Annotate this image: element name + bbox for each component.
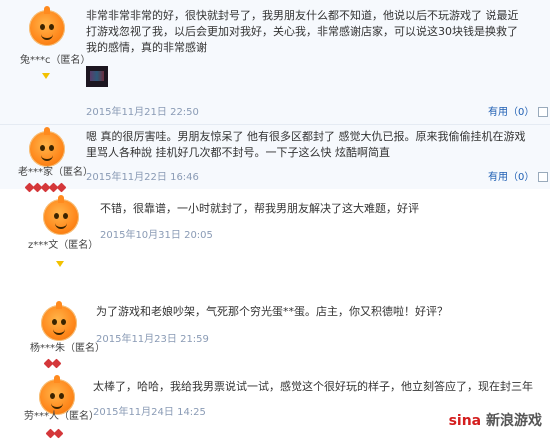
review-item: 兔***c（匿名） 非常非常非常的好，很快就封号了，我男朋友什么都不知道，他说以… <box>0 0 550 124</box>
review-date: 2015年11月21日 22:50 <box>86 107 199 118</box>
review-photo[interactable] <box>86 66 108 87</box>
username: 劳***人（匿名） <box>24 411 99 422</box>
avatar[interactable] <box>43 195 79 235</box>
heart-grade-icon <box>45 422 64 441</box>
heart-grade-icon <box>43 352 62 371</box>
review-item: 老***家（匿名） 嗯 真的很厉害哇。男朋友惊呆了 他有很多区都封了 感觉大仇已… <box>0 124 550 193</box>
review-item: z***文（匿名） 不错，很靠谱，一小时就封了，帮我男朋友解决了这大难题，好评 … <box>0 188 550 272</box>
review-text: 太棒了，哈哈，我给我男票说试一试，感觉这个很好玩的样子，他立刻答应了，现在封三年 <box>93 380 533 393</box>
sina-games-logo: sina 新浪游戏 <box>449 410 542 430</box>
username: 兔***c（匿名） <box>20 55 91 66</box>
avatar[interactable] <box>41 301 77 341</box>
review-item: 杨***朱（匿名） 为了游戏和老娘吵架，气死那个穷光蛋**蛋。店主，你又积德啦！… <box>0 295 550 375</box>
useful-button[interactable]: 有用（0） <box>488 168 548 183</box>
diamond-icon <box>42 64 50 83</box>
review-date: 2015年11月23日 21:59 <box>96 334 209 345</box>
avatar[interactable] <box>29 6 65 46</box>
useful-button[interactable]: 有用（0） <box>488 103 548 118</box>
review-text: 嗯 真的很厉害哇。男朋友惊呆了 他有很多区都封了 感觉大仇已报。原来我偷偷挂机在… <box>86 130 526 159</box>
sina-logo-text: sina <box>448 413 482 429</box>
review-date: 2015年11月22日 16:46 <box>86 172 199 183</box>
sina-games-text: 新浪游戏 <box>486 413 542 429</box>
review-text: 不错，很靠谱，一小时就封了，帮我男朋友解决了这大难题，好评 <box>100 202 419 215</box>
review-text: 为了游戏和老娘吵架，气死那个穷光蛋**蛋。店主，你又积德啦！好评？ <box>96 305 448 318</box>
review-date: 2015年10月31日 20:05 <box>100 230 213 241</box>
review-date: 2015年11月24日 14:25 <box>93 407 206 418</box>
avatar[interactable] <box>29 127 65 167</box>
username: z***文（匿名） <box>28 240 99 251</box>
review-text: 非常非常非常的好，很快就封号了，我男朋友什么都不知道，他说以后不玩游戏了 说最近… <box>86 9 519 54</box>
username: 杨***朱（匿名） <box>30 343 105 354</box>
diamond-icon <box>56 252 64 271</box>
